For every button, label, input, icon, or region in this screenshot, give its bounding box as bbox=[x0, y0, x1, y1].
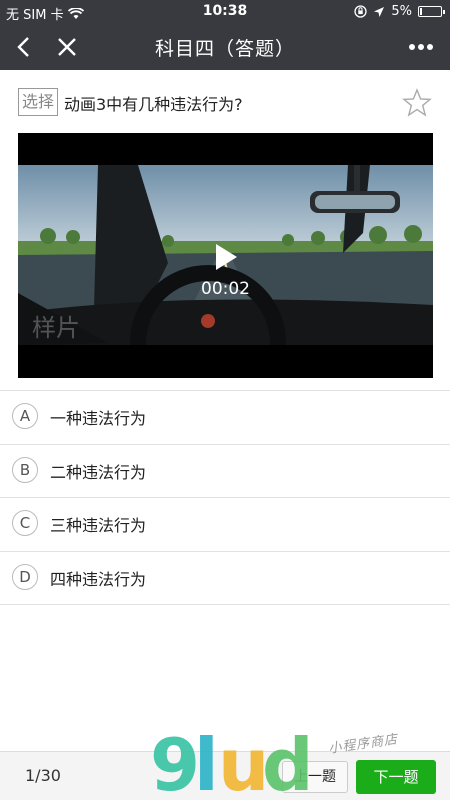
status-bar: 无 SIM 卡 10:38 5% bbox=[0, 0, 450, 24]
question-counter: 1/30 bbox=[25, 766, 61, 785]
option-text: 四种违法行为 bbox=[50, 569, 147, 589]
option-letter: C bbox=[12, 510, 38, 536]
option-letter: B bbox=[12, 456, 38, 483]
video-player[interactable]: 00:02 样片 bbox=[18, 133, 433, 378]
next-question-button[interactable]: 下一题 bbox=[356, 760, 436, 794]
logo-letter: 9 bbox=[150, 728, 200, 798]
more-button[interactable] bbox=[406, 32, 436, 62]
option-a[interactable]: A 一种违法行为 bbox=[0, 391, 450, 445]
battery-percent: 5% bbox=[391, 4, 412, 19]
rotation-lock-icon bbox=[354, 5, 368, 18]
battery-icon bbox=[418, 6, 445, 17]
question-type-tag: 选择 bbox=[18, 88, 59, 116]
question-text: 动画3中有几种违法行为? bbox=[64, 95, 243, 114]
play-icon[interactable] bbox=[214, 243, 238, 271]
star-outline-icon[interactable] bbox=[402, 88, 432, 118]
nav-bar: 科目四（答题） bbox=[0, 24, 450, 70]
option-b[interactable]: B 二种违法行为 bbox=[0, 445, 450, 498]
logo-watermark: 9l ud bbox=[150, 728, 310, 798]
option-letter: A bbox=[12, 403, 38, 429]
page-title: 科目四（答题） bbox=[154, 38, 295, 60]
video-time: 00:02 bbox=[201, 279, 250, 299]
logo-letter: d bbox=[262, 728, 310, 798]
option-c[interactable]: C 三种违法行为 bbox=[0, 498, 450, 552]
answer-options: A 一种违法行为 B 二种违法行为 C 三种违法行为 D 四种违法行为 bbox=[0, 390, 450, 605]
more-dots-icon bbox=[409, 44, 433, 50]
option-d[interactable]: D 四种违法行为 bbox=[0, 552, 450, 605]
option-text: 一种违法行为 bbox=[50, 409, 147, 428]
option-letter: D bbox=[12, 563, 38, 590]
logo-letter: l bbox=[194, 728, 219, 798]
option-text: 三种违法行为 bbox=[50, 516, 147, 535]
location-arrow-icon bbox=[374, 6, 385, 17]
option-text: 二种违法行为 bbox=[50, 462, 147, 482]
battery-fill bbox=[420, 8, 422, 15]
status-right: 5% bbox=[354, 4, 445, 19]
video-watermark: 样片 bbox=[32, 314, 80, 342]
question-header: 选择 动画3中有几种违法行为? bbox=[18, 88, 432, 118]
